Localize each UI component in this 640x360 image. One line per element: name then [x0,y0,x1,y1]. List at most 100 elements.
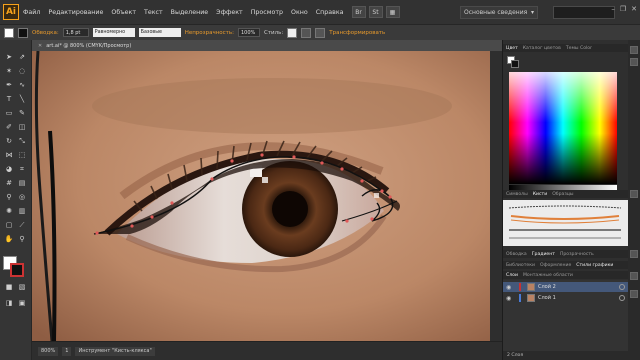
tab-artboards[interactable]: Монтажные области [523,273,573,278]
close-tab-icon[interactable]: ✕ [38,43,42,49]
eyedropper-icon[interactable]: ⚲ [4,192,14,202]
screen-mode-icon[interactable]: ▣ [17,298,27,308]
type-tool-icon[interactable]: T [4,94,14,104]
target-circle-icon[interactable] [619,284,625,290]
transform-link[interactable]: Трансформировать [329,30,385,36]
opacity-label[interactable]: Непрозрачность: [185,30,234,36]
minimize-button[interactable]: – [611,5,615,13]
document-setup-icon[interactable] [301,27,312,38]
layer-name[interactable]: Слой 1 [538,295,619,301]
free-transform-icon[interactable]: ⬚ [17,150,27,160]
tab-transparency[interactable]: Прозрачность [560,252,594,257]
direct-selection-tool-icon[interactable]: ⇗ [17,52,27,62]
width-tool-icon[interactable]: ⋈ [4,150,14,160]
brushes-list[interactable] [503,200,629,246]
tab-layers[interactable]: Слои [506,273,518,278]
layers-panel-icon[interactable] [630,272,638,280]
symbols-panel-icon[interactable] [630,190,638,198]
graph-tool-icon[interactable]: ▥ [17,206,27,216]
menu-effect[interactable]: Эффект [216,9,243,16]
rectangle-tool-icon[interactable]: ▭ [4,108,14,118]
color-panel-icon[interactable] [630,46,638,54]
arrange-documents-icon[interactable]: ▦ [385,6,400,18]
eye-icon[interactable]: ◉ [506,284,513,291]
menu-window[interactable]: Окно [291,9,308,16]
line-tool-icon[interactable]: ╲ [17,94,27,104]
layer-row[interactable]: ◉ Слой 2 [503,282,629,292]
opacity-field[interactable]: 100% [237,28,260,37]
scale-tool-icon[interactable]: ⤡ [17,136,27,146]
color-mode-icon[interactable]: ■ [4,282,14,292]
stroke-label[interactable]: Обводка: [32,30,59,36]
mesh-tool-icon[interactable]: # [4,178,14,188]
gradient-tool-icon[interactable]: ▤ [17,178,27,188]
stroke-panel-icon[interactable] [630,250,638,258]
pen-tool-icon[interactable]: ✒ [4,80,14,90]
zoom-field[interactable]: 800% [38,346,59,356]
tab-symbols[interactable]: Символы [506,192,528,197]
stroke-swatch[interactable] [18,27,28,38]
menu-file[interactable]: Файл [23,9,40,16]
menu-object[interactable]: Объект [111,9,136,16]
slice-tool-icon[interactable]: ⟋ [17,220,27,230]
target-circle-icon[interactable] [619,295,625,301]
menu-help[interactable]: Справка [316,9,344,16]
tab-stroke[interactable]: Обводка [506,252,527,257]
workspace-switcher[interactable]: Основные сведения ▾ [460,6,538,19]
document-tab[interactable]: ✕ art.ai* @ 800% (CMYK/Просмотр) [32,40,502,51]
rotate-tool-icon[interactable]: ↻ [4,136,14,146]
tab-graphic-styles[interactable]: Стили графики [576,263,613,268]
gradient-mode-icon[interactable]: ▧ [17,282,27,292]
menu-view[interactable]: Просмотр [251,9,283,16]
layer-row[interactable]: ◉ Слой 1 [503,293,629,303]
tab-appearance[interactable]: Оформление [540,263,571,268]
menu-select[interactable]: Выделение [171,9,209,16]
fill-swatch[interactable] [4,27,14,38]
eye-icon[interactable]: ◉ [506,295,513,302]
shape-builder-icon[interactable]: ◕ [4,164,14,174]
stroke-mini-swatch[interactable] [511,60,519,68]
restore-button[interactable]: ❐ [620,5,626,13]
magic-wand-icon[interactable]: ✶ [4,66,14,76]
zoom-tool-icon[interactable]: ⚲ [17,234,27,244]
lasso-icon[interactable]: ◌ [17,66,27,76]
bridge-icon[interactable]: Br [351,6,366,18]
stroke-weight-field[interactable]: 1,8 pt [62,28,89,37]
tab-color-guide[interactable]: Каталог цветов [523,46,561,51]
draw-mode-icon[interactable]: ◨ [4,298,14,308]
artboard-canvas[interactable] [32,51,490,341]
artboards-panel-icon[interactable] [630,290,638,298]
pencil-icon[interactable]: ✐ [4,122,14,132]
library-panel-tabs: Библиотеки Оформление Стили графики [503,261,629,269]
preferences-icon[interactable] [315,27,326,38]
perspective-grid-icon[interactable]: ⌗ [17,164,27,174]
tab-gradient[interactable]: Градиент [532,252,555,257]
swatches-panel-icon[interactable] [630,58,638,66]
hand-tool-icon[interactable]: ✋ [4,234,14,244]
menu-type[interactable]: Текст [144,9,163,16]
layer-name[interactable]: Слой 2 [538,284,619,290]
vertical-scrollbar[interactable] [490,51,502,341]
symbol-sprayer-icon[interactable]: ✺ [4,206,14,216]
variable-width-profile[interactable]: Равномерно [92,28,135,37]
blend-tool-icon[interactable]: ◎ [17,192,27,202]
artboard-tool-icon[interactable]: ▢ [4,220,14,230]
search-input[interactable] [553,6,615,19]
eraser-icon[interactable]: ◫ [17,122,27,132]
paintbrush-icon[interactable]: ✎ [17,108,27,118]
tab-color-themes[interactable]: Темы Color [566,46,592,51]
selection-tool-icon[interactable]: ➤ [4,52,14,62]
color-spectrum[interactable] [509,72,617,184]
stroke-color-swatch[interactable] [10,263,24,277]
curvature-tool-icon[interactable]: ∿ [17,80,27,90]
close-button[interactable]: ✕ [631,5,637,13]
tab-libraries[interactable]: Библиотеки [506,263,535,268]
tab-swatches[interactable]: Образцы [552,192,573,197]
stock-icon[interactable]: St [368,6,383,18]
style-swatch[interactable] [287,27,298,38]
brush-definition[interactable]: Базовые [138,28,181,37]
menu-edit[interactable]: Редактирование [48,9,103,16]
tab-brushes[interactable]: Кисти [533,192,547,197]
artboard-nav-field[interactable]: 1 [62,346,72,356]
tab-color[interactable]: Цвет [506,46,518,51]
